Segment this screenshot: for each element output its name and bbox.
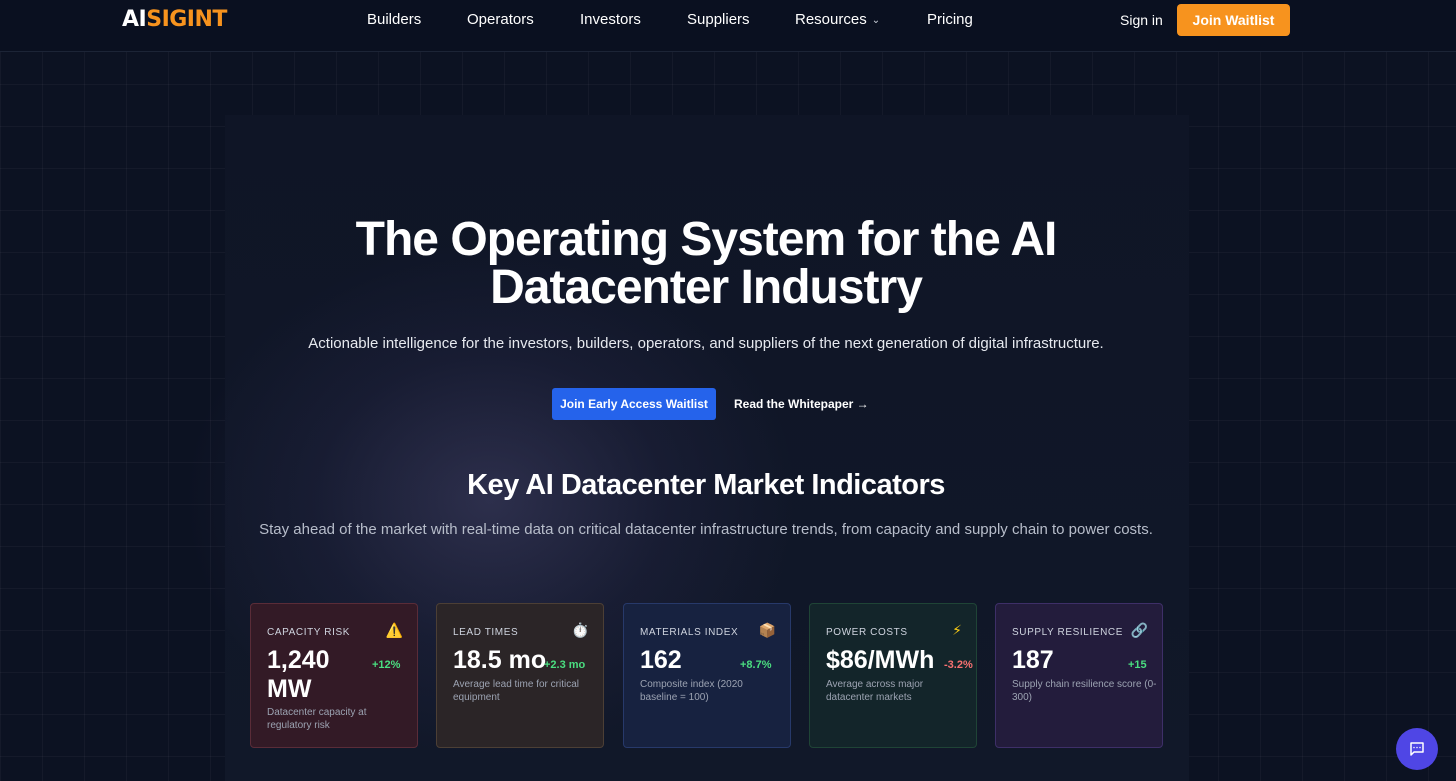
card-label: SUPPLY RESILIENCE xyxy=(1012,627,1123,638)
card-caption: Supply chain resilience score (0-300) xyxy=(1012,679,1157,703)
card-change: +8.7% xyxy=(740,659,772,671)
link-icon: 🔗 xyxy=(1130,622,1148,638)
hero-headline-line1: The Operating System for the AI xyxy=(355,213,1058,266)
card-value: 187 xyxy=(1012,646,1054,674)
card-value: 162 xyxy=(640,646,682,674)
package-icon: 📦 xyxy=(758,622,776,638)
indicator-card-supply-resilience[interactable]: SUPPLY RESILIENCE 🔗 187 +15 Supply chain… xyxy=(995,603,1163,748)
card-change: +12% xyxy=(372,659,401,671)
indicator-card-lead-times[interactable]: LEAD TIMES ⏱️ 18.5 mo +2.3 mo Average le… xyxy=(436,603,604,748)
chat-icon xyxy=(1410,742,1424,756)
nav-link-operators[interactable]: Operators xyxy=(467,11,534,28)
chat-button[interactable] xyxy=(1396,728,1438,770)
read-whitepaper-link[interactable]: Read the Whitepaper → xyxy=(734,397,869,411)
card-label: CAPACITY RISK xyxy=(267,627,351,638)
card-change: +15 xyxy=(1128,659,1147,671)
indicators-description: Stay ahead of the market with real-time … xyxy=(259,521,1153,538)
hero-headline: The Operating System for the AI Datacent… xyxy=(0,216,1412,312)
card-value: $86/MWh xyxy=(826,646,935,674)
chevron-down-icon: ⌄ xyxy=(871,15,881,26)
card-caption: Average lead time for critical equipment xyxy=(453,679,579,703)
nav-link-pricing[interactable]: Pricing xyxy=(927,11,973,28)
top-navigation: AISIGINT Builders Operators Investors Su… xyxy=(0,0,1456,52)
indicators-title: Key AI Datacenter Market Indicators xyxy=(467,469,945,501)
nav-link-resources-label: Resources xyxy=(795,11,867,28)
indicator-card-power-costs[interactable]: POWER COSTS ⚡ $86/MWh -3.2% Average acro… xyxy=(809,603,977,748)
card-caption: Datacenter capacity at regulatory risk xyxy=(267,707,367,731)
join-early-access-button[interactable]: Join Early Access Waitlist xyxy=(552,388,716,420)
hero-headline-line2: Datacenter Industry xyxy=(490,261,923,314)
warning-icon: ⚠️ xyxy=(385,622,403,638)
card-label: MATERIALS INDEX xyxy=(640,627,739,638)
nav-link-resources[interactable]: Resources ⌄ xyxy=(795,11,880,28)
sign-in-link[interactable]: Sign in xyxy=(1120,12,1163,28)
card-label: POWER COSTS xyxy=(826,627,908,638)
join-waitlist-button[interactable]: Join Waitlist xyxy=(1177,4,1290,36)
card-caption: Average across major datacenter markets xyxy=(826,679,924,703)
hero-subheadline: Actionable intelligence for the investor… xyxy=(308,335,1104,352)
nav-link-builders[interactable]: Builders xyxy=(367,11,421,28)
lightning-icon: ⚡ xyxy=(952,622,962,638)
indicator-card-materials-index[interactable]: MATERIALS INDEX 📦 162 +8.7% Composite in… xyxy=(623,603,791,748)
nav-link-suppliers[interactable]: Suppliers xyxy=(687,11,750,28)
nav-link-investors[interactable]: Investors xyxy=(580,11,641,28)
card-caption: Composite index (2020 baseline = 100) xyxy=(640,679,743,703)
card-change: +2.3 mo xyxy=(544,659,586,671)
card-change: -3.2% xyxy=(944,659,973,671)
stopwatch-icon: ⏱️ xyxy=(571,622,589,638)
card-value: 1,240 MW xyxy=(267,646,330,703)
indicator-card-capacity-risk[interactable]: CAPACITY RISK ⚠️ 1,240 MW +12% Datacente… xyxy=(250,603,418,748)
card-label: LEAD TIMES xyxy=(453,627,519,638)
